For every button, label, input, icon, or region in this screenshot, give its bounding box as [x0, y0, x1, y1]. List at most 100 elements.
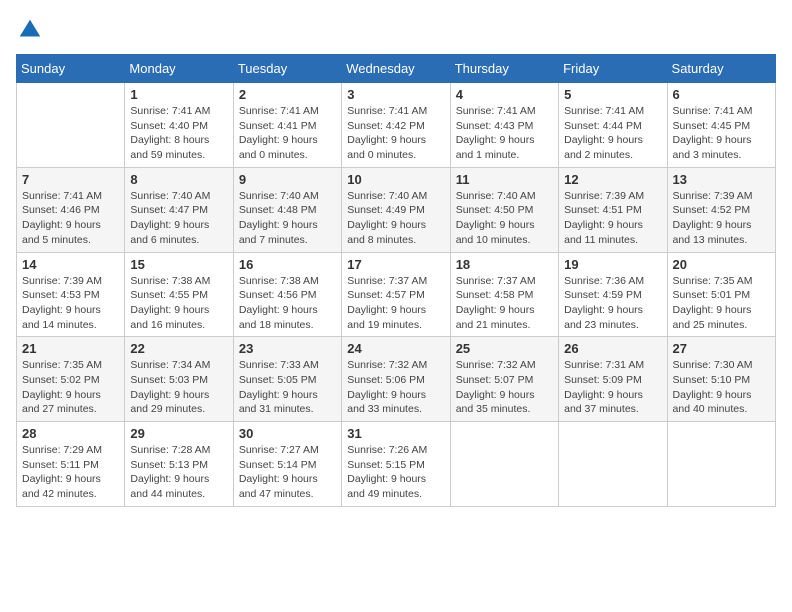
- col-header-wednesday: Wednesday: [342, 55, 450, 83]
- day-number: 20: [673, 257, 770, 272]
- day-info: Sunrise: 7:41 AM Sunset: 4:42 PM Dayligh…: [347, 104, 444, 163]
- day-cell: 24Sunrise: 7:32 AM Sunset: 5:06 PM Dayli…: [342, 337, 450, 422]
- day-number: 4: [456, 87, 553, 102]
- day-info: Sunrise: 7:39 AM Sunset: 4:53 PM Dayligh…: [22, 274, 119, 333]
- day-cell: 15 Sunrise: 7:38 AM Sunset: 4:55 PM Dayli…: [125, 252, 233, 337]
- day-number: 19: [564, 257, 661, 272]
- day-number: 28: [22, 426, 119, 441]
- day-number: 13: [673, 172, 770, 187]
- day-cell: 23Sunrise: 7:33 AM Sunset: 5:05 PM Dayli…: [233, 337, 341, 422]
- day-info: Sunrise: 7:41 AM Sunset: 4:46 PM Dayligh…: [22, 189, 119, 248]
- day-info: Sunrise: 7:32 AM Sunset: 5:06 PM Dayligh…: [347, 358, 444, 417]
- week-row: 28 Sunrise: 7:29 AM Sunset: 5:11 PM Dayli…: [17, 422, 776, 507]
- day-cell: 16 Sunrise: 7:38 AM Sunset: 4:56 PM Dayli…: [233, 252, 341, 337]
- day-info: Sunrise: 7:28 AM Sunset: 5:13 PM Dayligh…: [130, 443, 227, 502]
- logo: [16, 16, 48, 44]
- day-cell: 19 Sunrise: 7:36 AM Sunset: 4:59 PM Dayli…: [559, 252, 667, 337]
- day-number: 3: [347, 87, 444, 102]
- day-number: 8: [130, 172, 227, 187]
- day-cell: [450, 422, 558, 507]
- week-row: 21 Sunrise: 7:35 AM Sunset: 5:02 PM Dayli…: [17, 337, 776, 422]
- week-row: 7 Sunrise: 7:41 AM Sunset: 4:46 PM Daylig…: [17, 167, 776, 252]
- day-number: 29: [130, 426, 227, 441]
- day-number: 2: [239, 87, 336, 102]
- day-cell: 7 Sunrise: 7:41 AM Sunset: 4:46 PM Daylig…: [17, 167, 125, 252]
- day-number: 18: [456, 257, 553, 272]
- day-cell: 12 Sunrise: 7:39 AM Sunset: 4:51 PM Dayli…: [559, 167, 667, 252]
- day-info: Sunrise: 7:40 AM Sunset: 4:48 PM Dayligh…: [239, 189, 336, 248]
- day-cell: 11 Sunrise: 7:40 AM Sunset: 4:50 PM Dayli…: [450, 167, 558, 252]
- day-info: Sunrise: 7:40 AM Sunset: 4:47 PM Dayligh…: [130, 189, 227, 248]
- day-number: 10: [347, 172, 444, 187]
- day-cell: 30 Sunrise: 7:27 AM Sunset: 5:14 PM Dayli…: [233, 422, 341, 507]
- day-cell: [667, 422, 775, 507]
- day-info: Sunrise: 7:38 AM Sunset: 4:56 PM Dayligh…: [239, 274, 336, 333]
- day-info: Sunrise: 7:34 AM Sunset: 5:03 PM Dayligh…: [130, 358, 227, 417]
- day-number: 30: [239, 426, 336, 441]
- day-info: Sunrise: 7:39 AM Sunset: 4:52 PM Dayligh…: [673, 189, 770, 248]
- day-cell: 29 Sunrise: 7:28 AM Sunset: 5:13 PM Dayli…: [125, 422, 233, 507]
- day-cell: 20 Sunrise: 7:35 AM Sunset: 5:01 PM Dayli…: [667, 252, 775, 337]
- day-number: 1: [130, 87, 227, 102]
- day-number: 5: [564, 87, 661, 102]
- day-cell: 13 Sunrise: 7:39 AM Sunset: 4:52 PM Dayli…: [667, 167, 775, 252]
- day-info: Sunrise: 7:30 AM Sunset: 5:10 PM Dayligh…: [673, 358, 770, 417]
- day-number: 7: [22, 172, 119, 187]
- col-header-friday: Friday: [559, 55, 667, 83]
- day-info: Sunrise: 7:39 AM Sunset: 4:51 PM Dayligh…: [564, 189, 661, 248]
- day-info: Sunrise: 7:35 AM Sunset: 5:01 PM Dayligh…: [673, 274, 770, 333]
- day-info: Sunrise: 7:27 AM Sunset: 5:14 PM Dayligh…: [239, 443, 336, 502]
- day-info: Sunrise: 7:41 AM Sunset: 4:45 PM Dayligh…: [673, 104, 770, 163]
- day-number: 15: [130, 257, 227, 272]
- week-row: 1 Sunrise: 7:41 AM Sunset: 4:40 PM Daylig…: [17, 83, 776, 168]
- day-info: Sunrise: 7:38 AM Sunset: 4:55 PM Dayligh…: [130, 274, 227, 333]
- day-number: 25: [456, 341, 553, 356]
- day-cell: 8 Sunrise: 7:40 AM Sunset: 4:47 PM Daylig…: [125, 167, 233, 252]
- day-info: Sunrise: 7:33 AM Sunset: 5:05 PM Dayligh…: [239, 358, 336, 417]
- day-info: Sunrise: 7:40 AM Sunset: 4:50 PM Dayligh…: [456, 189, 553, 248]
- day-number: 12: [564, 172, 661, 187]
- day-cell: 5Sunrise: 7:41 AM Sunset: 4:44 PM Daylig…: [559, 83, 667, 168]
- day-cell: 9 Sunrise: 7:40 AM Sunset: 4:48 PM Daylig…: [233, 167, 341, 252]
- day-cell: 31 Sunrise: 7:26 AM Sunset: 5:15 PM Dayli…: [342, 422, 450, 507]
- day-info: Sunrise: 7:41 AM Sunset: 4:40 PM Dayligh…: [130, 104, 227, 163]
- day-cell: [559, 422, 667, 507]
- day-info: Sunrise: 7:41 AM Sunset: 4:43 PM Dayligh…: [456, 104, 553, 163]
- day-info: Sunrise: 7:36 AM Sunset: 4:59 PM Dayligh…: [564, 274, 661, 333]
- logo-icon: [16, 16, 44, 44]
- day-info: Sunrise: 7:26 AM Sunset: 5:15 PM Dayligh…: [347, 443, 444, 502]
- day-number: 9: [239, 172, 336, 187]
- col-header-sunday: Sunday: [17, 55, 125, 83]
- day-cell: 6 Sunrise: 7:41 AM Sunset: 4:45 PM Daylig…: [667, 83, 775, 168]
- page-header: [16, 16, 776, 44]
- day-number: 27: [673, 341, 770, 356]
- day-number: 21: [22, 341, 119, 356]
- day-number: 22: [130, 341, 227, 356]
- day-info: Sunrise: 7:37 AM Sunset: 4:58 PM Dayligh…: [456, 274, 553, 333]
- day-number: 6: [673, 87, 770, 102]
- week-row: 14Sunrise: 7:39 AM Sunset: 4:53 PM Dayli…: [17, 252, 776, 337]
- day-info: Sunrise: 7:31 AM Sunset: 5:09 PM Dayligh…: [564, 358, 661, 417]
- day-cell: 26 Sunrise: 7:31 AM Sunset: 5:09 PM Dayli…: [559, 337, 667, 422]
- col-header-thursday: Thursday: [450, 55, 558, 83]
- day-number: 11: [456, 172, 553, 187]
- day-cell: 1 Sunrise: 7:41 AM Sunset: 4:40 PM Daylig…: [125, 83, 233, 168]
- day-cell: 28 Sunrise: 7:29 AM Sunset: 5:11 PM Dayli…: [17, 422, 125, 507]
- day-info: Sunrise: 7:29 AM Sunset: 5:11 PM Dayligh…: [22, 443, 119, 502]
- calendar-table: SundayMondayTuesdayWednesdayThursdayFrid…: [16, 54, 776, 507]
- day-cell: 14Sunrise: 7:39 AM Sunset: 4:53 PM Dayli…: [17, 252, 125, 337]
- day-number: 16: [239, 257, 336, 272]
- day-info: Sunrise: 7:35 AM Sunset: 5:02 PM Dayligh…: [22, 358, 119, 417]
- day-cell: 25Sunrise: 7:32 AM Sunset: 5:07 PM Dayli…: [450, 337, 558, 422]
- day-cell: 18 Sunrise: 7:37 AM Sunset: 4:58 PM Dayli…: [450, 252, 558, 337]
- day-cell: 4 Sunrise: 7:41 AM Sunset: 4:43 PM Daylig…: [450, 83, 558, 168]
- day-number: 26: [564, 341, 661, 356]
- day-number: 31: [347, 426, 444, 441]
- day-cell: 10Sunrise: 7:40 AM Sunset: 4:49 PM Dayli…: [342, 167, 450, 252]
- col-header-monday: Monday: [125, 55, 233, 83]
- day-cell: 21 Sunrise: 7:35 AM Sunset: 5:02 PM Dayli…: [17, 337, 125, 422]
- day-cell: 22 Sunrise: 7:34 AM Sunset: 5:03 PM Dayli…: [125, 337, 233, 422]
- day-cell: [17, 83, 125, 168]
- day-cell: 3 Sunrise: 7:41 AM Sunset: 4:42 PM Daylig…: [342, 83, 450, 168]
- day-cell: 27 Sunrise: 7:30 AM Sunset: 5:10 PM Dayli…: [667, 337, 775, 422]
